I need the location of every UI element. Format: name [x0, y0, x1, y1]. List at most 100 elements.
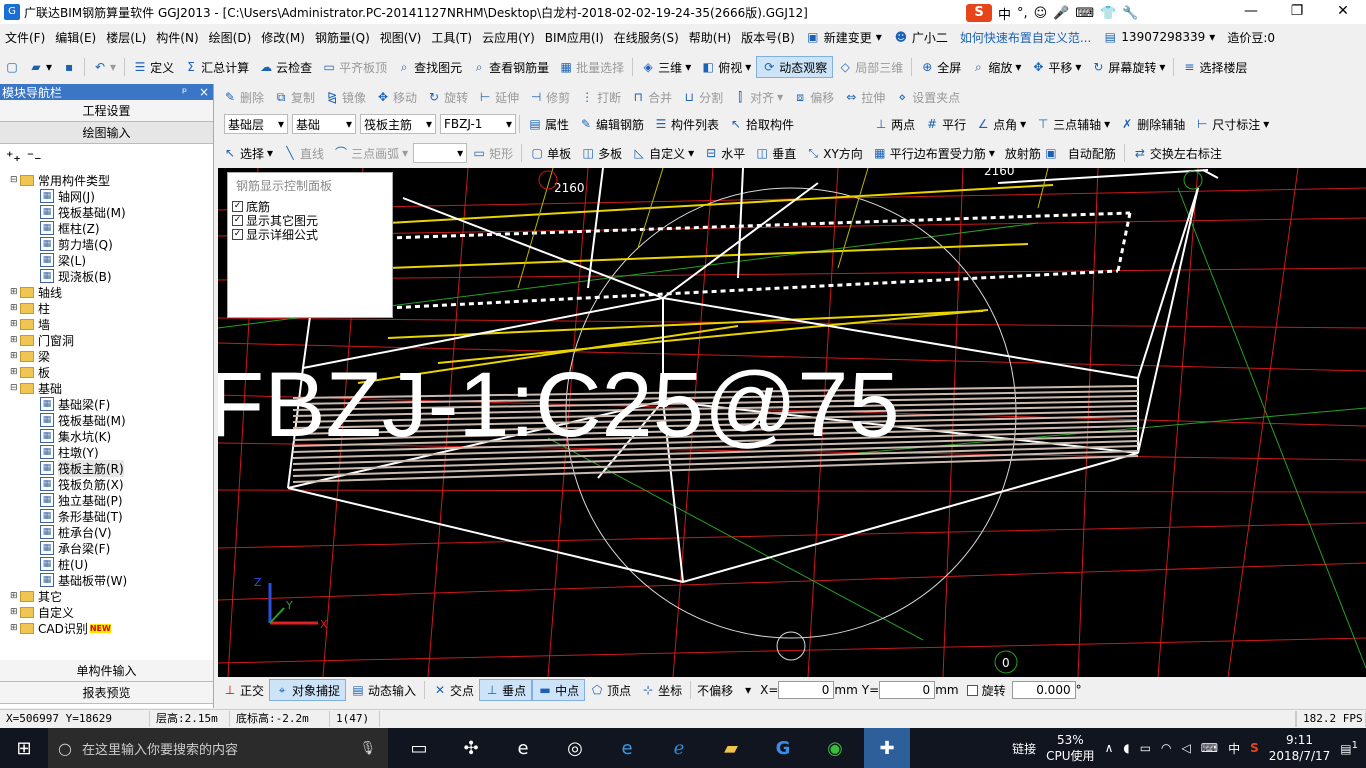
section-single-input[interactable]: 单构件输入 [0, 660, 213, 682]
tree-folder[interactable]: ⊞ 梁 [0, 348, 213, 364]
edge-browser-icon[interactable]: e [500, 728, 546, 768]
3d-view-button[interactable]: ◈ 三维 ▾ [636, 56, 696, 78]
rotate-button[interactable]: ↻ 旋转 [422, 86, 473, 108]
glodon-g-icon[interactable]: G [760, 728, 806, 768]
collapse-all-icon[interactable]: ⁻₋ [27, 149, 42, 165]
save-button[interactable]: ▪ [57, 56, 81, 78]
ime-punct[interactable]: °, [1017, 6, 1028, 21]
clock[interactable]: 9:11 2018/7/17 [1269, 732, 1331, 764]
offset-mode-select[interactable]: 不偏移 ▾ [694, 680, 754, 700]
maximize-button[interactable]: ❐ [1274, 0, 1320, 24]
checkbox-icon[interactable]: ✓ [232, 200, 243, 212]
tray-chevron-icon[interactable]: ∧ [1105, 741, 1114, 755]
tree-item[interactable]: ▦ 基础梁(F) [0, 396, 213, 412]
ime-skin-icon[interactable]: 👕 [1100, 6, 1116, 21]
tree-item[interactable]: ▦ 框柱(Z) [0, 220, 213, 236]
assistant-button[interactable]: ☻ 广小二 [888, 29, 954, 46]
merge-button[interactable]: ⊓ 合并 [626, 86, 677, 108]
x-input[interactable]: 0 [778, 681, 835, 699]
menu-version[interactable]: 版本号(B) [736, 29, 800, 46]
volume-icon[interactable]: ◁ [1182, 741, 1191, 755]
menu-edit[interactable]: 编辑(E) [50, 29, 101, 46]
ie-browser-icon[interactable]: ℯ [656, 728, 702, 768]
tree-item[interactable]: ▦ 剪力墙(Q) [0, 236, 213, 252]
floor-select[interactable]: 基础层 ▾ [224, 114, 288, 134]
fan-app-icon[interactable]: ✣ [448, 728, 494, 768]
minimize-button[interactable]: — [1228, 0, 1274, 24]
select-tool-button[interactable]: ↖ 选择 ▾ [218, 142, 278, 164]
radial-rebar-button[interactable]: 放射筋 ▣ [1000, 142, 1063, 164]
tree-item[interactable]: ▦ 承台梁(F) [0, 540, 213, 556]
extend-button[interactable]: ⊢ 延伸 [473, 86, 524, 108]
collapse-icon[interactable]: ⊟ [10, 175, 20, 185]
menu-help[interactable]: 帮助(H) [684, 29, 736, 46]
type-select[interactable]: 筏板主筋 ▾ [360, 114, 436, 134]
file-explorer-icon[interactable]: ▰ [708, 728, 754, 768]
microphone-icon[interactable]: 🎙 [359, 741, 376, 756]
split-button[interactable]: ⊔ 分割 [677, 86, 728, 108]
single-slab-button[interactable]: ▢ 单板 [525, 142, 576, 164]
move-button[interactable]: ✥ 移动 [371, 86, 422, 108]
set-grip-button[interactable]: ⋄ 设置夹点 [890, 86, 965, 108]
section-project-settings[interactable]: 工程设置 [0, 100, 213, 122]
break-button[interactable]: ⋮ 打断 [575, 86, 626, 108]
find-element-button[interactable]: ⌕ 查找图元 [392, 56, 467, 78]
tree-folder[interactable]: ⊞ 自定义 [0, 604, 213, 620]
cost-bean[interactable]: 造价豆:0 [1221, 29, 1281, 46]
perpendicular-snap[interactable]: ⊥ 垂点 [479, 679, 533, 701]
tree-item[interactable]: ▦ 筏板基础(M) [0, 204, 213, 220]
tree-item[interactable]: ▦ 柱墩(Y) [0, 444, 213, 460]
expand-icon[interactable]: ⊞ [10, 367, 20, 377]
coordinate-snap[interactable]: ⊹ 坐标 [636, 679, 687, 701]
fullscreen-button[interactable]: ⊕ 全屏 [915, 56, 966, 78]
category-select[interactable]: 基础 ▾ [292, 114, 356, 134]
tree-folder[interactable]: ⊞ 板 [0, 364, 213, 380]
spiral-app-icon[interactable]: ◎ [552, 728, 598, 768]
tree-item[interactable]: ▦ 桩承台(V) [0, 524, 213, 540]
green-app-icon[interactable]: ◉ [812, 728, 858, 768]
menu-modify[interactable]: 修改(M) [256, 29, 310, 46]
summary-calc-button[interactable]: Σ 汇总计算 [179, 56, 254, 78]
expand-all-icon[interactable]: ⁺₊ [6, 149, 21, 165]
user-account[interactable]: ▤ 13907298339 ▾ [1097, 30, 1221, 44]
tree-folder[interactable]: ⊞ 其它 [0, 588, 213, 604]
edge-blue-icon[interactable]: e [604, 728, 650, 768]
action-center-icon[interactable]: ▤1 [1340, 740, 1358, 756]
tree-item[interactable]: ▦ 桩(U) [0, 556, 213, 572]
ggj-app-icon[interactable]: ✚ [864, 728, 910, 768]
sogou-icon[interactable]: S [966, 4, 992, 22]
nav-close-icon[interactable]: × [199, 85, 209, 99]
tree-item[interactable]: ▦ 现浇板(B) [0, 268, 213, 284]
intersection-snap[interactable]: ✕ 交点 [428, 679, 479, 701]
properties-button[interactable]: ▤ 属性 [523, 113, 574, 135]
dimension-button[interactable]: ⊢ 尺寸标注 ▾ [1190, 113, 1274, 135]
ime-voice-icon[interactable]: 🎤 [1053, 6, 1069, 21]
auto-rebar-button[interactable]: 自动配筋 [1063, 142, 1121, 164]
tree-folder[interactable]: ⊞ 轴线 [0, 284, 213, 300]
expand-icon[interactable]: ⊞ [10, 303, 20, 313]
custom-button[interactable]: ◺ 自定义 ▾ [627, 142, 699, 164]
expand-icon[interactable]: ⊞ [10, 351, 20, 361]
ime-keyboard-icon[interactable]: ⌨ [1075, 6, 1094, 21]
zoom-button[interactable]: ⌕ 缩放 ▾ [966, 56, 1026, 78]
multi-slab-button[interactable]: ◫ 多板 [576, 142, 627, 164]
taskbar-search[interactable]: ○ 在这里输入你要搜索的内容 🎙 [48, 728, 388, 768]
expand-icon[interactable]: ⊞ [10, 623, 20, 633]
battery-icon[interactable]: ▭ [1140, 741, 1151, 755]
menu-view[interactable]: 视图(V) [375, 29, 427, 46]
xy-direction-button[interactable]: ⤡ XY方向 [801, 142, 868, 164]
point-angle-button[interactable]: ∠ 点角 ▾ [971, 113, 1031, 135]
y-input[interactable]: 0 [879, 681, 936, 699]
screen-rotate-button[interactable]: ↻ 屏幕旋转 ▾ [1086, 56, 1170, 78]
sogou-tray-icon[interactable]: S [1250, 741, 1259, 755]
parallel-axis-button[interactable]: # 平行 [920, 113, 971, 135]
trim-button[interactable]: ⊣ 修剪 [524, 86, 575, 108]
menu-bim[interactable]: BIM应用(I) [540, 29, 609, 46]
menu-online[interactable]: 在线服务(S) [609, 29, 684, 46]
pick-component-button[interactable]: ↖ 拾取构件 [724, 113, 799, 135]
arc-tool-button[interactable]: ⌒ 三点画弧 ▾ [329, 142, 413, 164]
three-point-axis-button[interactable]: ⊤ 三点辅轴 ▾ [1031, 113, 1115, 135]
new-file-button[interactable]: ▢ [0, 56, 24, 78]
windows-start-icon[interactable]: ⊞ [0, 738, 48, 759]
tree-folder[interactable]: ⊟ 基础 [0, 380, 213, 396]
